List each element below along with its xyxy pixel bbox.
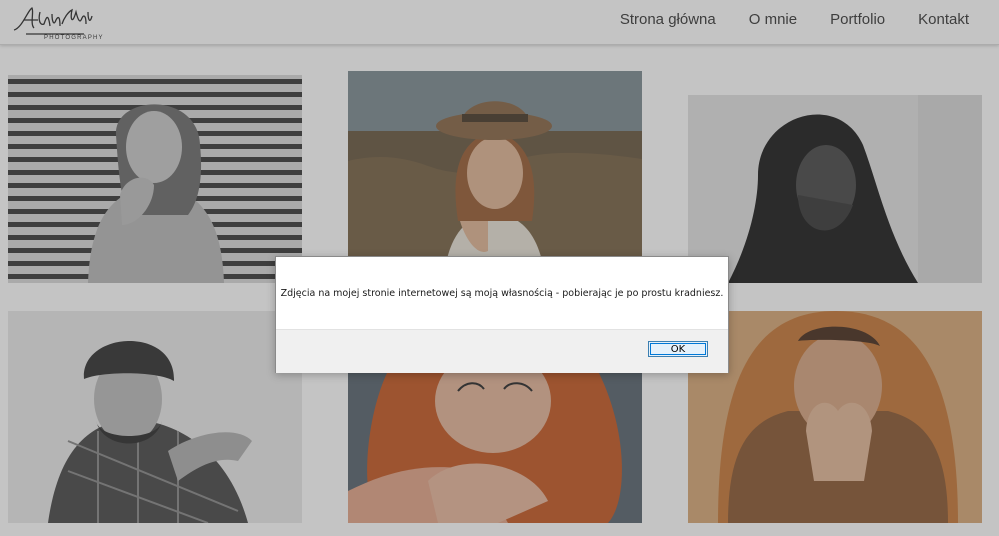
alert-message: Zdjęcia na mojej stronie internetowej są… xyxy=(280,287,724,299)
alert-footer: OK xyxy=(276,329,728,373)
ok-button[interactable]: OK xyxy=(648,341,708,357)
alert-dialog: Zdjęcia na mojej stronie internetowej są… xyxy=(275,256,729,373)
